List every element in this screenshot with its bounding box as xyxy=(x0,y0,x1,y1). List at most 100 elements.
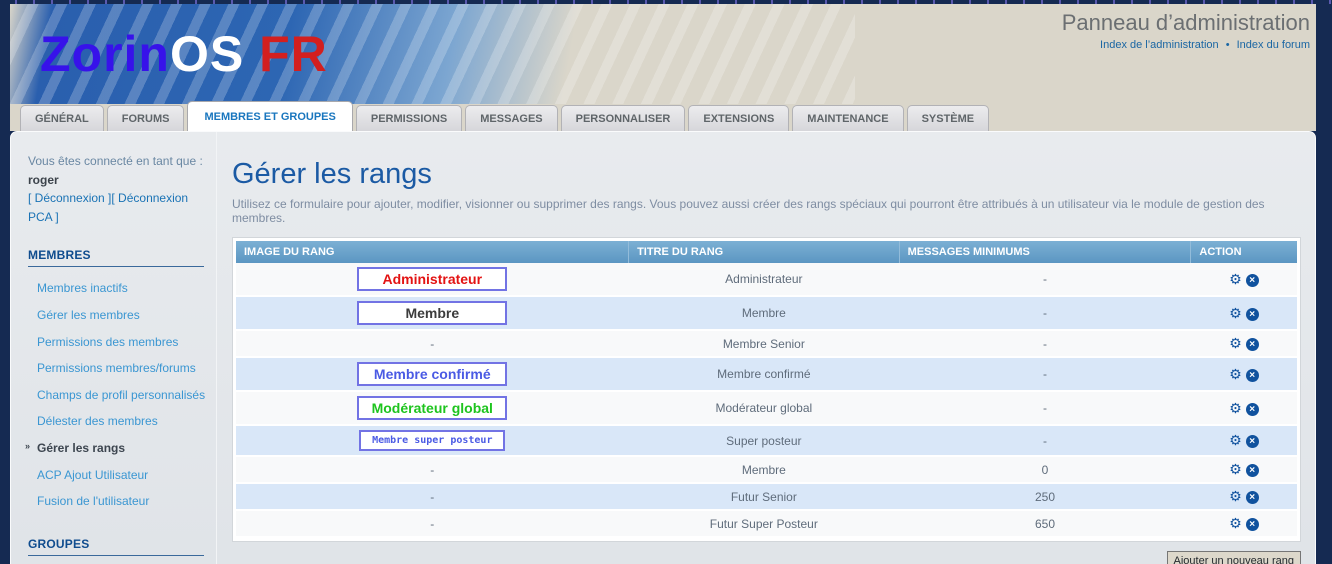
sidebar-item-permissions-membres-forums[interactable]: Permissions membres/forums xyxy=(28,355,206,382)
tab-g-n-ral[interactable]: GÉNÉRAL xyxy=(20,105,104,131)
settings-icon[interactable]: ⚙ xyxy=(1229,432,1242,448)
sidebar-item-membres-inactifs[interactable]: Membres inactifs xyxy=(28,275,206,302)
tab-bar: GÉNÉRALFORUMSMEMBRES ET GROUPESPERMISSIO… xyxy=(20,101,992,131)
settings-icon[interactable]: ⚙ xyxy=(1229,488,1242,504)
rank-action-cell: ⚙× xyxy=(1191,510,1297,537)
tab-permissions[interactable]: PERMISSIONS xyxy=(356,105,462,131)
settings-icon[interactable]: ⚙ xyxy=(1229,515,1242,531)
logo-part-fr: FR xyxy=(244,26,328,82)
rank-title-cell: Super posteur xyxy=(629,425,900,456)
delete-icon[interactable]: × xyxy=(1246,403,1259,416)
sidebar-item-g-rer-les-membres[interactable]: Gérer les membres xyxy=(28,302,206,329)
sidebar-section-groupes: GROUPES xyxy=(28,537,204,556)
tab-membres-et-groupes[interactable]: MEMBRES ET GROUPES xyxy=(187,101,352,131)
sidebar-item-permissions-des-membres[interactable]: Permissions des membres xyxy=(28,329,206,356)
delete-icon[interactable]: × xyxy=(1246,308,1259,321)
settings-icon[interactable]: ⚙ xyxy=(1229,400,1242,416)
column-header-titre-du-rang: TITRE DU RANG xyxy=(629,241,900,263)
main-panel: Vous êtes connecté en tant que : roger [… xyxy=(10,131,1316,564)
header-link-index-de-l-administration[interactable]: Index de l’administration xyxy=(1100,39,1219,51)
rank-image-cell: - xyxy=(236,456,629,483)
header-right: Panneau d’administration Index de l’admi… xyxy=(1062,10,1310,51)
header-links: Index de l’administration • Index du for… xyxy=(1062,39,1310,51)
rank-title-cell: Futur Senior xyxy=(629,483,900,510)
rank-row: MembreMembre-⚙× xyxy=(236,296,1297,330)
settings-icon[interactable]: ⚙ xyxy=(1229,335,1242,351)
column-header-image-du-rang: IMAGE DU RANG xyxy=(236,241,629,263)
delete-icon[interactable]: × xyxy=(1246,435,1259,448)
rank-action-cell: ⚙× xyxy=(1191,425,1297,456)
login-status: Vous êtes connecté en tant que : roger [… xyxy=(28,152,206,226)
rank-title-cell: Modérateur global xyxy=(629,391,900,425)
screen: ZorinOS FR Panneau d’administration Inde… xyxy=(0,0,1332,564)
connected-as-label: Vous êtes connecté en tant que : xyxy=(28,152,206,171)
rank-image-cell: - xyxy=(236,330,629,357)
rank-title-cell: Membre confirmé xyxy=(629,357,900,391)
rank-image-cell: - xyxy=(236,483,629,510)
table-footer: Ajouter un nouveau rang xyxy=(232,551,1301,564)
sidebar-item-acp-ajout-utilisateur[interactable]: ACP Ajout Utilisateur xyxy=(28,462,206,489)
rank-minimum-cell: - xyxy=(899,391,1191,425)
tab-extensions[interactable]: EXTENSIONS xyxy=(688,105,789,131)
delete-icon[interactable]: × xyxy=(1246,369,1259,382)
delete-icon[interactable]: × xyxy=(1246,518,1259,531)
sidebar-item-g-rer-les-rangs[interactable]: »Gérer les rangs xyxy=(28,435,206,462)
active-item-arrow-icon: » xyxy=(25,440,30,454)
page: ZorinOS FR Panneau d’administration Inde… xyxy=(10,4,1316,564)
logo-part-os: OS xyxy=(170,26,244,82)
tab-maintenance[interactable]: MAINTENANCE xyxy=(792,105,903,131)
delete-icon[interactable]: × xyxy=(1246,464,1259,477)
sidebar-item-champs-de-profil-personnalis-s[interactable]: Champs de profil personnalisés xyxy=(28,382,206,409)
rank-image-cell: Membre super posteur xyxy=(236,425,629,456)
header-link-index-du-forum[interactable]: Index du forum xyxy=(1237,39,1310,51)
add-rank-button[interactable]: Ajouter un nouveau rang xyxy=(1167,551,1301,564)
rank-row: -Futur Senior250⚙× xyxy=(236,483,1297,510)
rank-minimum-cell: - xyxy=(899,296,1191,330)
rank-minimum-cell: - xyxy=(899,263,1191,296)
rank-action-cell: ⚙× xyxy=(1191,483,1297,510)
settings-icon[interactable]: ⚙ xyxy=(1229,461,1242,477)
sidebar-section-membres: MEMBRES xyxy=(28,248,204,267)
site-logo[interactable]: ZorinOS FR xyxy=(40,25,328,83)
rank-minimum-cell: 0 xyxy=(899,456,1191,483)
sidebar-item-d-lester-des-membres[interactable]: Délester des membres xyxy=(28,408,206,435)
delete-icon[interactable]: × xyxy=(1246,274,1259,287)
delete-icon[interactable]: × xyxy=(1246,338,1259,351)
rank-image-cell: Membre confirmé xyxy=(236,357,629,391)
tab-syst-me[interactable]: SYSTÈME xyxy=(907,105,990,131)
column-header-messages-minimums: MESSAGES MINIMUMS xyxy=(899,241,1191,263)
tab-messages[interactable]: MESSAGES xyxy=(465,105,557,131)
rank-minimum-cell: 250 xyxy=(899,483,1191,510)
rank-row: -Membre0⚙× xyxy=(236,456,1297,483)
rank-action-cell: ⚙× xyxy=(1191,296,1297,330)
rank-row: Modérateur globalModérateur global-⚙× xyxy=(236,391,1297,425)
rank-title-cell: Membre xyxy=(629,296,900,330)
ranks-table: IMAGE DU RANGTITRE DU RANGMESSAGES MINIM… xyxy=(236,241,1297,538)
rank-action-cell: ⚙× xyxy=(1191,391,1297,425)
rank-action-cell: ⚙× xyxy=(1191,357,1297,391)
tab-forums[interactable]: FORUMS xyxy=(107,105,185,131)
rank-action-cell: ⚙× xyxy=(1191,456,1297,483)
page-title: Gérer les rangs xyxy=(232,158,1301,191)
sidebar-item-fusion-de-l-utilisateur[interactable]: Fusion de l'utilisateur xyxy=(28,488,206,515)
page-description: Utilisez ce formulaire pour ajouter, mod… xyxy=(232,197,1301,225)
rank-image-cell: Membre xyxy=(236,296,629,330)
rank-title-cell: Futur Super Posteur xyxy=(629,510,900,537)
tab-personnaliser[interactable]: PERSONNALISER xyxy=(561,105,686,131)
logout-links: [ Déconnexion ][ Déconnexion PCA ] xyxy=(28,189,206,226)
sidebar: Vous êtes connecté en tant que : roger [… xyxy=(11,132,217,564)
rank-image-cell: Modérateur global xyxy=(236,391,629,425)
rank-image-cell: - xyxy=(236,510,629,537)
settings-icon[interactable]: ⚙ xyxy=(1229,366,1242,382)
logout-link[interactable]: [ Déconnexion ] xyxy=(28,191,111,205)
rank-image-badge: Administrateur xyxy=(357,267,507,291)
column-header-action: ACTION xyxy=(1191,241,1297,263)
settings-icon[interactable]: ⚙ xyxy=(1229,305,1242,321)
rank-minimum-cell: - xyxy=(899,330,1191,357)
rank-image-badge: Modérateur global xyxy=(357,396,507,420)
header: ZorinOS FR Panneau d’administration Inde… xyxy=(10,4,1316,131)
delete-icon[interactable]: × xyxy=(1246,491,1259,504)
rank-action-cell: ⚙× xyxy=(1191,263,1297,296)
settings-icon[interactable]: ⚙ xyxy=(1229,271,1242,287)
rank-row: Membre super posteurSuper posteur-⚙× xyxy=(236,425,1297,456)
